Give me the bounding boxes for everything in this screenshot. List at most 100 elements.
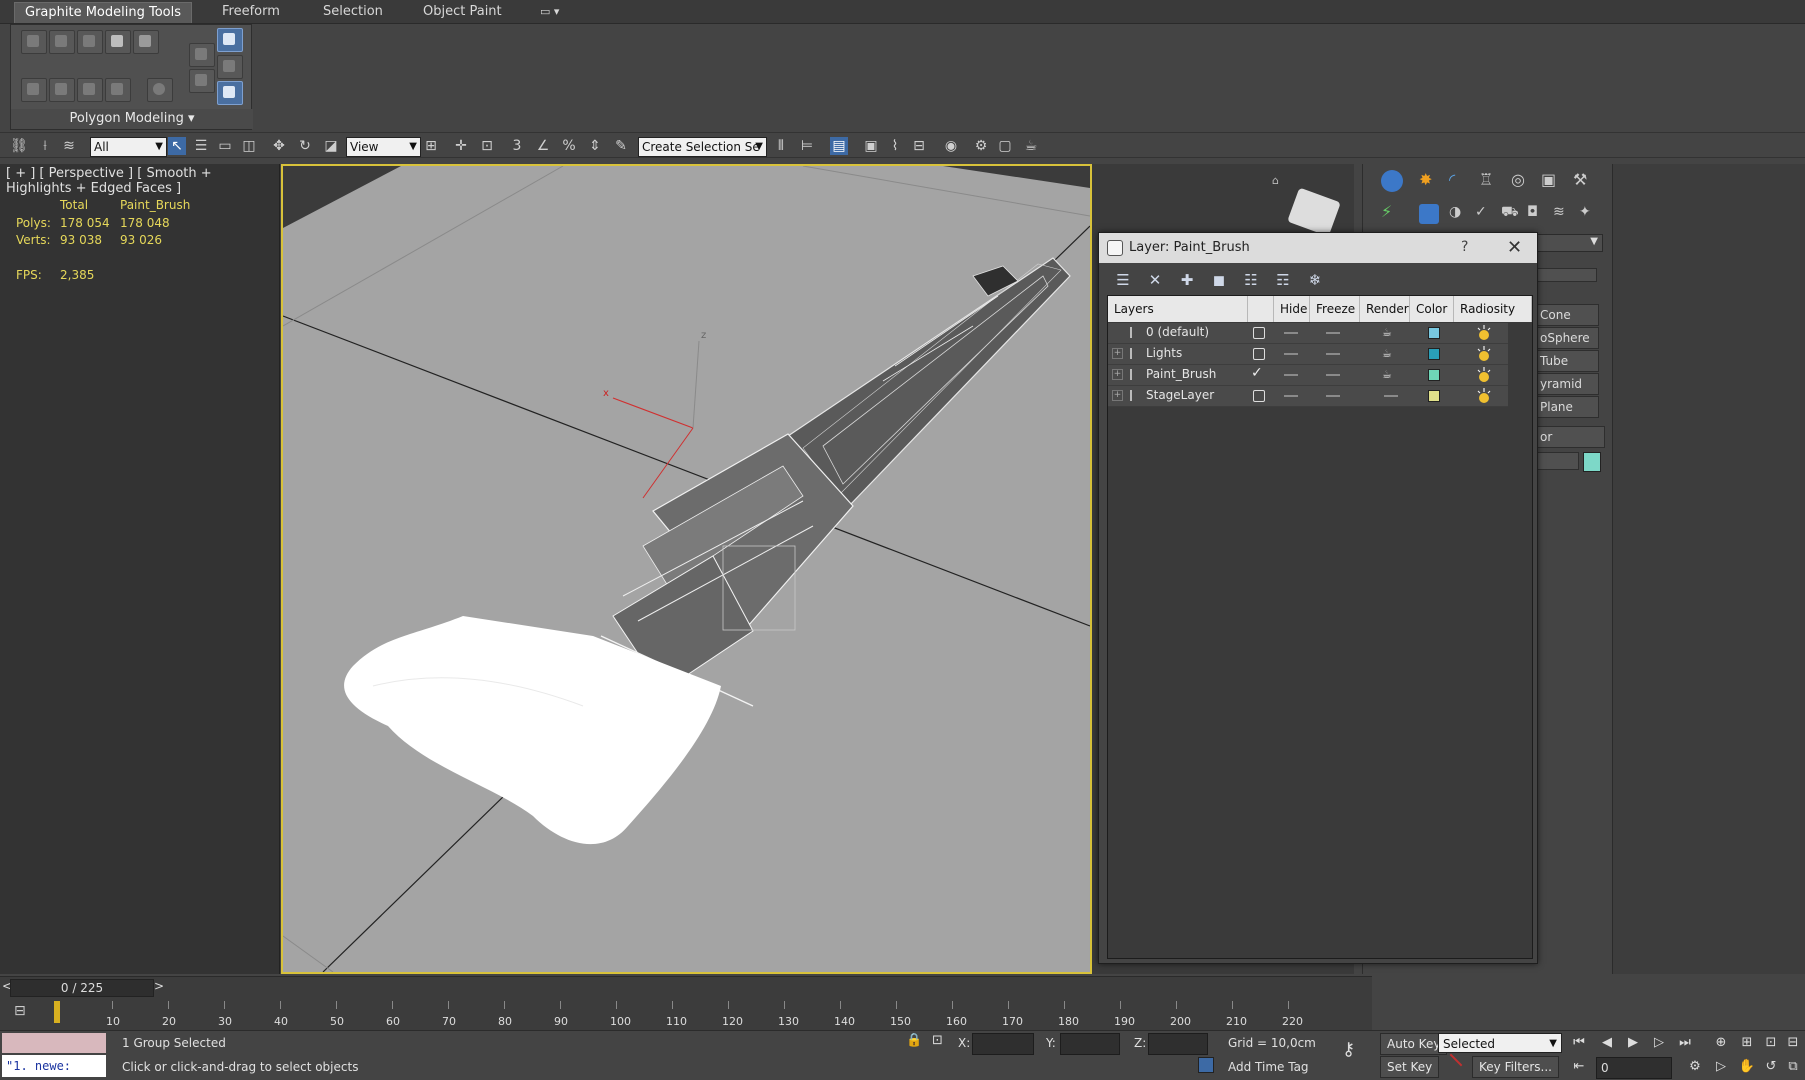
field-of-view-icon[interactable]: ▷	[1712, 1058, 1730, 1076]
stack-button[interactable]	[189, 69, 215, 93]
delete-layer-icon[interactable]: ✕	[1145, 271, 1165, 289]
tab-graphite-modeling-tools[interactable]: Graphite Modeling Tools	[14, 2, 193, 23]
selection-filter-dropdown[interactable]: All ▼	[90, 137, 167, 157]
column-render[interactable]: Render	[1360, 296, 1410, 322]
align-icon[interactable]: ⊨	[798, 137, 816, 155]
motion-tab-icon[interactable]: ♖	[1479, 170, 1493, 189]
freeze-toggle[interactable]	[1326, 353, 1340, 355]
freeze-toggle[interactable]	[1326, 332, 1340, 334]
category-dropdown[interactable]: ▼	[1533, 234, 1603, 252]
plane-button[interactable]: Plane	[1533, 396, 1599, 418]
perspective-viewport[interactable]: x z	[281, 164, 1092, 974]
add-to-layer-icon[interactable]: ✚	[1177, 271, 1197, 289]
hide-toggle[interactable]	[1284, 395, 1298, 397]
lock-icon[interactable]: 🔒	[906, 1033, 922, 1048]
maxscript-mini-listener[interactable]: "1. newe:	[2, 1055, 106, 1077]
named-selection-dropdown[interactable]: Create Selection Se ▼	[638, 137, 767, 157]
key-mode-dropdown[interactable]: Selected ▼	[1438, 1033, 1562, 1053]
hammer-icon[interactable]: ⚒	[1573, 170, 1587, 189]
goto-start-icon[interactable]: ⏮	[1570, 1034, 1588, 1052]
render-teapot-icon[interactable]: ☕	[1382, 368, 1396, 381]
hide-all-layers-icon[interactable]: ☶	[1273, 271, 1293, 289]
preserve-uvs-button[interactable]	[21, 78, 47, 102]
select-objects-in-layer-icon[interactable]: ◼	[1209, 271, 1229, 289]
current-layer-checkbox[interactable]	[1253, 390, 1265, 402]
geometry-icon[interactable]	[1419, 204, 1439, 224]
highlight-selected-icon[interactable]: ☷	[1241, 271, 1261, 289]
layer-color-swatch[interactable]	[1428, 390, 1440, 402]
current-layer-checkbox[interactable]	[1253, 348, 1265, 360]
scale-icon[interactable]: ◪	[322, 137, 340, 155]
next-frame-icon[interactable]: ▷	[1650, 1034, 1668, 1052]
current-layer-checkbox[interactable]	[1253, 327, 1265, 339]
hide-toggle[interactable]	[1284, 374, 1298, 376]
ignore-backfacing-button[interactable]	[217, 28, 243, 52]
bind-space-warp-icon[interactable]: ≋	[60, 137, 78, 155]
layer-color-swatch[interactable]	[1428, 348, 1440, 360]
zoom-extents-all-icon[interactable]: ⊟	[1784, 1034, 1802, 1052]
keyboard-shortcut-icon[interactable]: ⊡	[478, 137, 496, 155]
y-coordinate-field[interactable]	[1060, 1033, 1120, 1055]
column-hide[interactable]: Hide	[1274, 296, 1310, 322]
hide-toggle[interactable]	[1284, 353, 1298, 355]
layer-name[interactable]: Paint_Brush	[1146, 367, 1216, 381]
window-crossing-icon[interactable]: ◫	[240, 137, 258, 155]
mirror-icon[interactable]: ⫴	[772, 137, 790, 155]
key-mode-toggle-icon[interactable]: ⇤	[1570, 1058, 1588, 1076]
quickslice-button[interactable]	[77, 78, 103, 102]
layer-row-stagelayer[interactable]: + StageLayer	[1108, 386, 1508, 407]
modify-tab-icon[interactable]: ✸	[1419, 170, 1432, 189]
pyramid-button[interactable]: yramid	[1533, 373, 1599, 395]
render-setup-icon[interactable]: ⚙	[972, 137, 990, 155]
layer-row-default[interactable]: 0 (default) ☕	[1108, 323, 1508, 344]
render-teapot-icon[interactable]: ☕	[1382, 347, 1396, 360]
select-object-icon[interactable]: ↖	[168, 137, 186, 155]
swiftloop-button[interactable]	[105, 78, 131, 102]
absolute-mode-icon[interactable]: ⊡	[932, 1033, 943, 1048]
zoom-extents-icon[interactable]: ⊡	[1762, 1034, 1780, 1052]
tab-selection[interactable]: Selection	[313, 2, 393, 22]
time-tag-icon[interactable]	[1198, 1057, 1214, 1073]
unlink-icon[interactable]: ⟊	[36, 137, 54, 155]
select-manipulate-icon[interactable]: ✛	[452, 137, 470, 155]
edit-named-selection-icon[interactable]: ✎	[612, 137, 630, 155]
time-configuration-icon[interactable]: ⚙	[1686, 1058, 1704, 1076]
layer-name[interactable]: StageLayer	[1146, 388, 1214, 402]
home-icon[interactable]: ⌂	[1272, 174, 1279, 187]
layer-row-lights[interactable]: + Lights ☕	[1108, 344, 1508, 365]
column-radiosity[interactable]: Radiosity	[1454, 296, 1532, 322]
viewport-label[interactable]: [ + ] [ Perspective ] [ Smooth + Highlig…	[6, 166, 279, 196]
hide-toggle[interactable]	[1284, 332, 1298, 334]
hierarchy-tab-icon[interactable]: ◜	[1449, 170, 1455, 189]
zoom-icon[interactable]: ⊕	[1712, 1034, 1730, 1052]
set-key-button[interactable]: Set Key	[1380, 1056, 1440, 1078]
display-tab-icon[interactable]: ◎	[1511, 170, 1525, 189]
utilities-tab-icon[interactable]: ▣	[1541, 170, 1556, 189]
goto-end-icon[interactable]: ⏭	[1676, 1034, 1694, 1052]
current-layer-check-icon[interactable]: ✓	[1251, 365, 1263, 381]
key-filters-button[interactable]: Key Filters...	[1472, 1056, 1559, 1078]
angle-snap-icon[interactable]: ∠	[534, 137, 552, 155]
freeze-toggle[interactable]	[1326, 374, 1340, 376]
modify-mode-button[interactable]	[189, 43, 215, 67]
layer-name[interactable]: Lights	[1146, 346, 1182, 360]
rollout-header[interactable]	[1533, 268, 1597, 282]
object-color-swatch[interactable]	[1583, 452, 1601, 472]
show-cage-button[interactable]	[217, 55, 243, 79]
layer-color-swatch[interactable]	[1428, 327, 1440, 339]
ribbon-options-icon[interactable]: ▭ ▾	[530, 2, 569, 22]
rendered-frame-icon[interactable]: ▢	[996, 137, 1014, 155]
render-teapot-icon[interactable]: ☕	[1382, 326, 1396, 339]
tab-freeform[interactable]: Freeform	[212, 2, 290, 22]
shapes-icon[interactable]: ◑	[1449, 204, 1461, 220]
select-by-name-icon[interactable]: ☰	[192, 137, 210, 155]
reference-coordinate-dropdown[interactable]: View ▼	[346, 137, 421, 157]
column-color[interactable]: Color	[1410, 296, 1454, 322]
freeze-all-layers-icon[interactable]: ❄	[1305, 271, 1325, 289]
spinner-snap-icon[interactable]: ⇕	[586, 137, 604, 155]
layer-row-paint-brush[interactable]: + Paint_Brush ✓ ☕	[1108, 365, 1508, 386]
current-frame-field[interactable]: 0	[1596, 1057, 1672, 1079]
nurms-button[interactable]	[147, 78, 173, 102]
render-production-icon[interactable]: ☕	[1022, 137, 1040, 155]
freeze-toggle[interactable]	[1326, 395, 1340, 397]
